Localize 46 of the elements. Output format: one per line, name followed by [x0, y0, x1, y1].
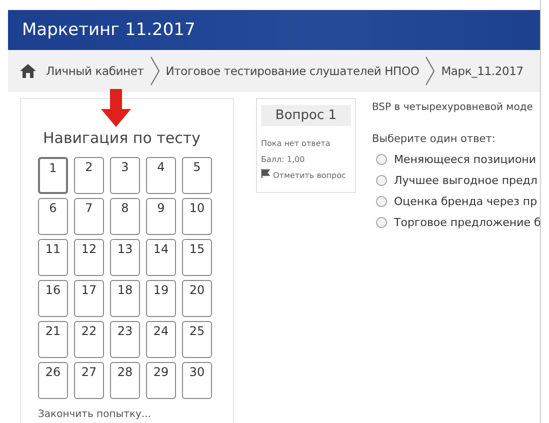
question-button[interactable]: 15	[182, 239, 212, 276]
question-button[interactable]: 4	[146, 157, 176, 194]
finish-attempt-link[interactable]: Закончить попытку...	[38, 409, 151, 420]
question-button[interactable]: 22	[74, 321, 104, 358]
answer-status: Пока нет ответа	[261, 138, 332, 150]
question-button[interactable]: 14	[146, 239, 176, 276]
question-button[interactable]: 12	[74, 239, 104, 276]
answer-option[interactable]: Меняющееся позициони	[394, 153, 536, 166]
question-button[interactable]: 25	[182, 321, 212, 358]
question-button[interactable]: 9	[146, 198, 176, 235]
question-button[interactable]: 2	[74, 157, 104, 194]
question-button[interactable]: 17	[74, 280, 104, 317]
question-button[interactable]: 13	[110, 239, 140, 276]
question-button[interactable]: 23	[110, 321, 140, 358]
question-button[interactable]: 11	[38, 239, 68, 276]
question-button[interactable]: 16	[38, 280, 68, 317]
question-number: Вопрос 1	[261, 105, 351, 126]
question-button[interactable]: 26	[38, 362, 68, 399]
answer-option[interactable]: Торговое предложение б	[394, 216, 540, 229]
answer-prompt: Выберите один ответ:	[372, 133, 496, 145]
question-text: BSP в четырехуровневой моде	[372, 102, 534, 113]
question-button[interactable]: 24	[146, 321, 176, 358]
score-text: Балл: 1,00	[261, 154, 306, 166]
answer-option[interactable]: Лучшее выгодное предл	[394, 174, 538, 187]
question-button[interactable]: 19	[146, 280, 176, 317]
course-title: Маркетинг 11.2017	[22, 20, 196, 40]
question-button[interactable]: 8	[110, 198, 140, 235]
question-button[interactable]: 5	[182, 157, 212, 194]
question-button[interactable]: 30	[182, 362, 212, 399]
question-button[interactable]: 29	[146, 362, 176, 399]
question-button[interactable]: 3	[110, 157, 140, 194]
question-button[interactable]: 18	[110, 280, 140, 317]
question-button[interactable]: 20	[182, 280, 212, 317]
breadcrumb-link[interactable]: Личный кабинет	[46, 64, 144, 78]
navigation-title: Навигация по тесту	[43, 129, 202, 147]
flag-question-link[interactable]: Отметить вопрос	[261, 168, 351, 184]
question-button[interactable]: 21	[38, 321, 68, 358]
question-button[interactable]: 28	[110, 362, 140, 399]
question-button[interactable]: 7	[74, 198, 104, 235]
question-button[interactable]: 1	[38, 157, 68, 194]
answer-option[interactable]: Оценка бренда через пр	[394, 195, 538, 208]
breadcrumb-link[interactable]: Итоговое тестирование слушателей НПОО	[166, 64, 420, 78]
breadcrumb-link[interactable]: Марк_11.2017	[441, 64, 524, 78]
question-button[interactable]: 10	[182, 198, 212, 235]
question-button[interactable]: 6	[38, 198, 68, 235]
question-button[interactable]: 27	[74, 362, 104, 399]
